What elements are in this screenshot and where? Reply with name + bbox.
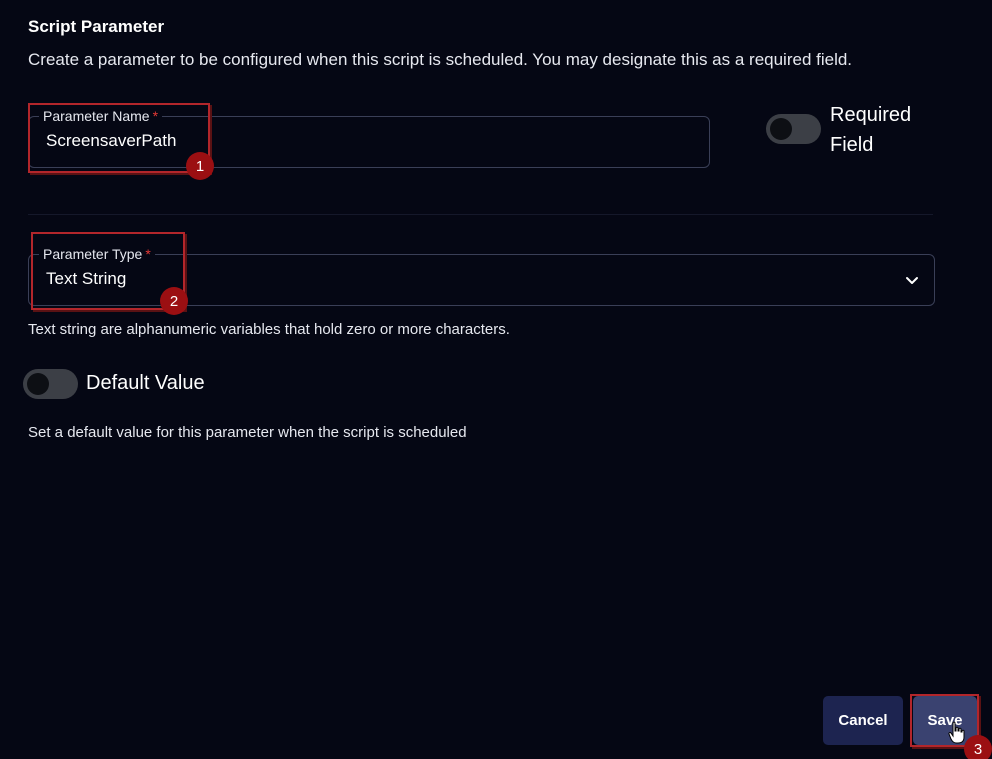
parameter-type-helper: Text string are alphanumeric variables t…	[28, 321, 510, 338]
parameter-type-label: Parameter Type *	[39, 246, 155, 262]
parameter-name-label: Parameter Name *	[39, 108, 163, 124]
required-field-toggle[interactable]	[766, 114, 821, 144]
dialog-title: Script Parameter	[28, 17, 165, 36]
toggle-knob	[770, 118, 792, 140]
step-badge-1: 1	[186, 152, 214, 180]
chevron-down-icon[interactable]	[904, 272, 920, 288]
dialog-subtitle: Create a parameter to be configured when…	[28, 50, 853, 69]
required-asterisk: *	[145, 246, 151, 262]
required-asterisk: *	[152, 108, 159, 124]
toggle-knob	[27, 373, 49, 395]
hand-cursor-icon	[948, 721, 965, 744]
required-field-label: Required Field	[830, 104, 912, 156]
section-divider	[28, 214, 933, 215]
parameter-name-value[interactable]: ScreensaverPath	[46, 131, 176, 151]
default-value-helper: Set a default value for this parameter w…	[28, 424, 467, 441]
default-value-label: Default Value	[86, 372, 205, 394]
cancel-button[interactable]: Cancel	[823, 696, 903, 745]
save-button[interactable]: Save	[913, 696, 977, 745]
parameter-name-field[interactable]: Parameter Name * ScreensaverPath	[28, 108, 710, 168]
step-badge-3: 3	[964, 735, 992, 759]
step-badge-2: 2	[160, 287, 188, 315]
parameter-type-value: Text String	[46, 269, 127, 288]
default-value-toggle[interactable]	[23, 369, 78, 399]
